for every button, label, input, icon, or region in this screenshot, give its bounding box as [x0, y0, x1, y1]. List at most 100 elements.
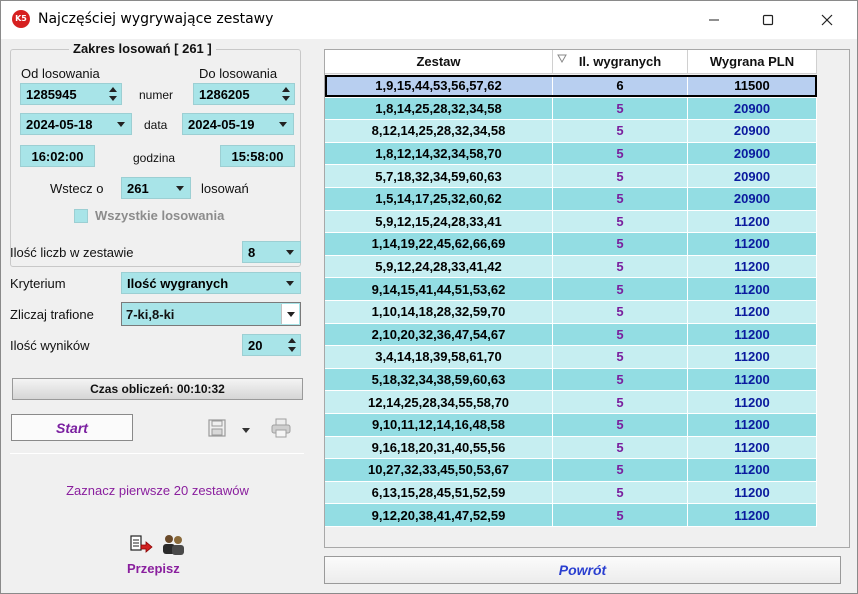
from-time-field[interactable]: 16:02:00 — [20, 145, 95, 167]
dropdown-arrow-icon[interactable] — [117, 122, 125, 127]
set-cell: 5,9,12,15,24,28,33,41 — [325, 210, 553, 234]
range-legend: Zakres losowań [ 261 ] — [69, 41, 216, 56]
left-separator — [10, 453, 304, 454]
save-options-button[interactable] — [240, 423, 252, 433]
set-cell: 10,27,32,33,45,50,53,67 — [325, 459, 553, 482]
table-row[interactable]: 5,9,12,15,24,28,33,41 5 11200 — [325, 210, 817, 234]
all-draws-label[interactable]: Wszystkie losowania — [95, 208, 224, 223]
to-time-field[interactable]: 15:58:00 — [220, 145, 295, 167]
table-row[interactable]: 5,18,32,34,38,59,60,63 5 11200 — [325, 368, 817, 392]
table-row[interactable]: 1,5,14,17,25,32,60,62 5 20900 — [325, 187, 817, 211]
wins-cell: 5 — [553, 459, 688, 482]
save-icon — [208, 419, 226, 437]
results-label: Ilość wyników — [10, 338, 90, 353]
prize-cell: 11200 — [688, 368, 817, 392]
prize-cell: 11200 — [688, 278, 817, 301]
prize-cell: 11200 — [688, 210, 817, 234]
to-date-picker[interactable]: 2024-05-19 — [182, 113, 294, 135]
back-count-value: 261 — [127, 180, 149, 196]
prize-cell: 11200 — [688, 481, 817, 505]
save-button[interactable] — [208, 419, 226, 437]
wins-cell: 5 — [553, 346, 688, 369]
table-row[interactable]: 1,14,19,22,45,62,66,69 5 11200 — [325, 233, 817, 256]
criterion-combo[interactable]: Ilość wygranych — [121, 272, 301, 294]
prize-cell: 11200 — [688, 346, 817, 369]
header-wins-label: Il. wygranych — [578, 54, 662, 69]
table-row[interactable]: 12,14,25,28,34,55,58,70 5 11200 — [325, 391, 817, 414]
copy-icon-button[interactable] — [129, 534, 153, 556]
from-date-picker[interactable]: 2024-05-18 — [20, 113, 132, 135]
set-cell: 9,10,11,12,14,16,48,58 — [325, 413, 553, 437]
users-icon-button[interactable] — [160, 532, 186, 556]
to-number-spinner[interactable]: 1286205 — [193, 83, 295, 105]
mark-first-link[interactable]: Zaznacz pierwsze 20 zestawów — [2, 483, 313, 498]
table-row[interactable]: 9,12,20,38,41,47,52,59 5 11200 — [325, 504, 817, 527]
set-cell: 3,4,14,18,39,58,61,70 — [325, 346, 553, 369]
header-set[interactable]: Zestaw — [325, 50, 553, 74]
header-prize[interactable]: Wygrana PLN — [688, 50, 817, 74]
spinner-arrows-icon[interactable] — [109, 86, 117, 102]
hits-combo[interactable]: 7-ki,8-ki — [121, 302, 301, 326]
from-draw-label: Od losowania — [21, 66, 100, 81]
wins-cell: 5 — [553, 142, 688, 166]
dropdown-arrow-icon[interactable] — [286, 250, 294, 255]
dropdown-arrow-icon[interactable] — [176, 186, 184, 191]
dropdown-arrow-icon[interactable] — [281, 304, 299, 324]
table-row[interactable]: 9,10,11,12,14,16,48,58 5 11200 — [325, 413, 817, 437]
print-button[interactable] — [270, 418, 292, 438]
count-combo[interactable]: 8 — [242, 241, 301, 263]
start-button[interactable]: Start — [11, 414, 133, 441]
dropdown-arrow-icon — [242, 428, 250, 433]
wins-cell: 5 — [553, 165, 688, 188]
set-cell: 9,12,20,38,41,47,52,59 — [325, 504, 553, 527]
table-row[interactable]: 8,12,14,25,28,32,34,58 5 20900 — [325, 120, 817, 143]
wins-cell: 5 — [553, 255, 688, 279]
rewrite-label[interactable]: Przepisz — [127, 561, 180, 576]
minimize-button[interactable] — [691, 1, 737, 39]
table-row[interactable]: 1,9,15,44,53,56,57,62 6 11500 — [325, 75, 817, 98]
wins-cell: 5 — [553, 233, 688, 256]
prize-cell: 11200 — [688, 436, 817, 460]
all-draws-checkbox[interactable] — [74, 209, 88, 223]
prize-cell: 20900 — [688, 187, 817, 211]
prize-cell: 11200 — [688, 233, 817, 256]
spinner-arrows-icon[interactable] — [288, 337, 296, 353]
prize-cell: 20900 — [688, 142, 817, 166]
table-row[interactable]: 10,27,32,33,45,50,53,67 5 11200 — [325, 459, 817, 482]
users-icon — [163, 535, 184, 555]
app-icon: K5 — [12, 10, 30, 28]
table-row[interactable]: 9,14,15,41,44,51,53,62 5 11200 — [325, 278, 817, 301]
results-spinner[interactable]: 20 — [242, 334, 301, 356]
table-row[interactable]: 5,9,12,24,28,33,41,42 5 11200 — [325, 255, 817, 279]
to-time-value: 15:58:00 — [231, 148, 284, 164]
table-header: Zestaw Il. wygranych Wygrana PLN — [325, 50, 817, 74]
back-count-combo[interactable]: 261 — [121, 177, 191, 199]
wins-cell: 5 — [553, 481, 688, 505]
wins-cell: 5 — [553, 504, 688, 527]
close-button[interactable] — [804, 1, 850, 39]
count-value: 8 — [248, 244, 256, 260]
dropdown-arrow-icon[interactable] — [279, 122, 287, 127]
set-cell: 5,9,12,24,28,33,41,42 — [325, 255, 553, 279]
window-title: Najczęściej wygrywające zestawy — [38, 11, 274, 27]
back-button[interactable]: Powrót — [324, 556, 841, 584]
from-number-spinner[interactable]: 1285945 — [20, 83, 122, 105]
table-row[interactable]: 9,16,18,20,31,40,55,56 5 11200 — [325, 436, 817, 460]
set-cell: 9,14,15,41,44,51,53,62 — [325, 278, 553, 301]
header-wins[interactable]: Il. wygranych — [553, 50, 688, 74]
table-row[interactable]: 3,4,14,18,39,58,61,70 5 11200 — [325, 346, 817, 369]
spinner-arrows-icon[interactable] — [282, 86, 290, 102]
dropdown-arrow-icon[interactable] — [286, 281, 294, 286]
maximize-button[interactable] — [745, 1, 791, 39]
back-label: Wstecz o — [50, 181, 104, 196]
table-row[interactable]: 1,10,14,18,28,32,59,70 5 11200 — [325, 300, 817, 324]
main-window: K5 Najczęściej wygrywające zestawy Zakre… — [0, 0, 858, 594]
table-row[interactable]: 6,13,15,28,45,51,52,59 5 11200 — [325, 481, 817, 505]
table-row[interactable]: 1,8,14,25,28,32,34,58 5 20900 — [325, 97, 817, 121]
table-row[interactable]: 1,8,12,14,32,34,58,70 5 20900 — [325, 142, 817, 166]
criterion-value: Ilość wygranych — [127, 275, 229, 291]
table-row[interactable]: 2,10,20,32,36,47,54,67 5 11200 — [325, 323, 817, 347]
prize-cell: 11200 — [688, 413, 817, 437]
table-row[interactable]: 5,7,18,32,34,59,60,63 5 20900 — [325, 165, 817, 188]
prize-cell: 11200 — [688, 504, 817, 527]
